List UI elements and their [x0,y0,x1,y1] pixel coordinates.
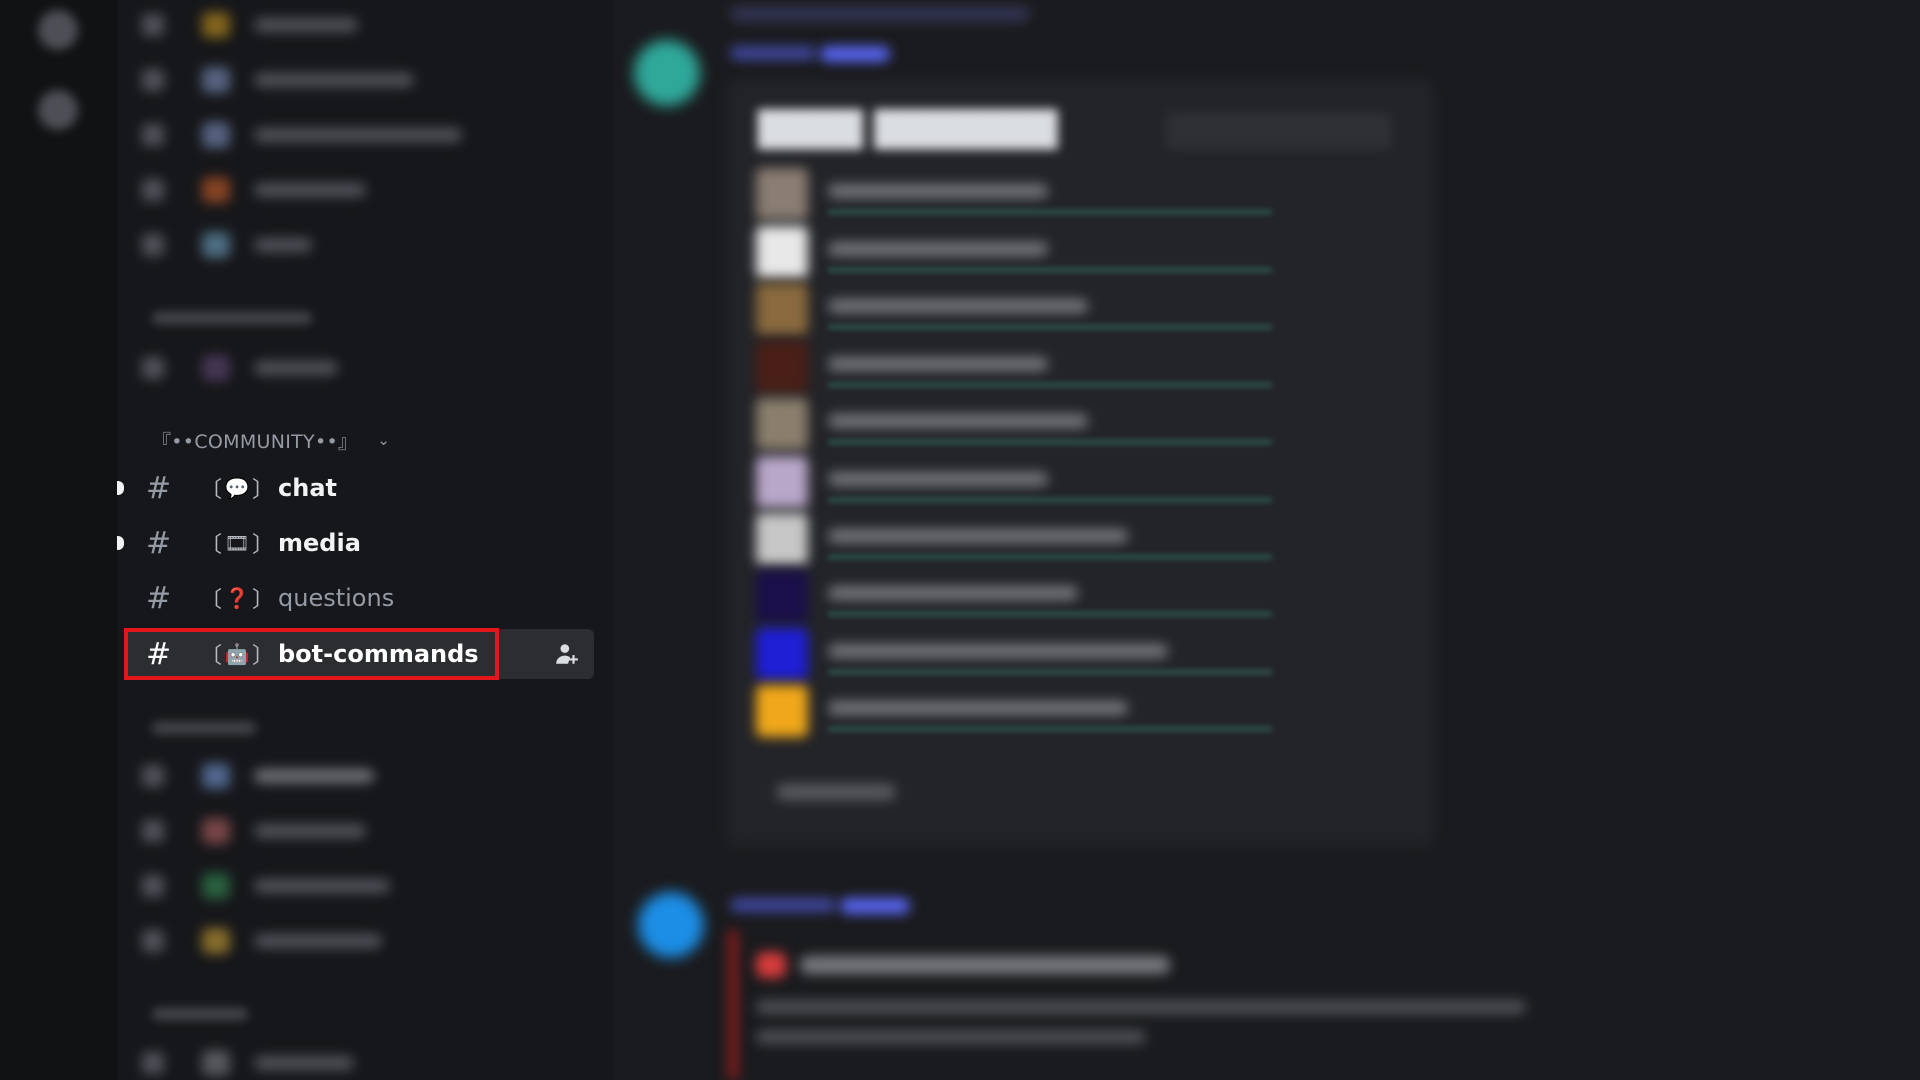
server-icon[interactable] [38,90,78,130]
blurred-channel[interactable] [142,12,358,38]
leaderboard-row [756,226,1272,280]
blurred-channel[interactable] [142,1050,354,1076]
channel-label: media [278,529,361,557]
leaderboard-row [756,628,1272,682]
leaderboard-row [756,341,1272,395]
question-mark-icon: ❓ [224,586,250,610]
avatar[interactable] [634,40,700,106]
avatar[interactable] [638,892,704,958]
blurred-embed-text [756,1030,1146,1044]
text-channel-icon: # [146,525,172,561]
blurred-channel[interactable] [142,818,366,844]
channel-questions[interactable]: # 〔 ❓ 〕 questions [124,573,594,623]
blurred-category[interactable] [152,1008,248,1020]
leaderboard-row [756,168,1272,222]
robot-icon: 🤖 [224,642,250,666]
leaderboard-row [756,685,1272,739]
blurred-channel[interactable] [142,232,312,258]
channel-emoji-group: 〔 💬 〕 [200,472,274,504]
channel-label: questions [278,584,395,612]
speech-bubble-icon: 💬 [224,476,250,500]
film-icon: 🎞 [224,531,250,555]
chevron-down-icon: ⌄ [377,431,391,449]
blurred-username[interactable] [730,898,836,912]
blurred-embed-text [756,1000,1526,1014]
blurred-embed-heading [800,956,1170,974]
blurred-category[interactable] [152,312,312,324]
blurred-channel[interactable] [142,122,462,148]
server-rail [0,0,118,1080]
bracket-close: 〕 [252,644,275,669]
category-label: 『••COMMUNITY••』 [152,430,358,453]
blurred-channel[interactable] [142,763,374,789]
channel-label: bot-commands [278,640,479,668]
category-community[interactable]: 『••COMMUNITY••』 ⌄ [152,428,391,453]
leaderboard-row [756,513,1272,567]
bracket-open: 〔 [200,533,223,558]
blurred-channel[interactable] [142,928,382,954]
blurred-channel[interactable] [142,355,338,381]
leaderboard-row [756,570,1272,624]
create-invite-icon[interactable] [554,641,580,667]
channel-chat[interactable]: # 〔 💬 〕 chat [117,463,594,513]
channel-label: chat [278,474,337,502]
blurred-channel[interactable] [142,873,390,899]
bracket-open: 〔 [200,478,223,503]
bracket-close: 〕 [252,478,275,503]
channel-emoji-group: 〔 🤖 〕 [200,638,274,670]
bracket-open: 〔 [200,644,223,669]
text-channel-icon: # [146,580,172,616]
blurred-dropdown[interactable] [776,784,896,800]
discord-window: 『••COMMUNITY••』 ⌄ # 〔 💬 〕 chat # 〔 🎞 〕 m… [0,0,1920,1080]
blurred-channel[interactable] [142,177,366,203]
blurred-embed-title: ████ ███████ [758,110,1058,150]
blurred-channel[interactable] [142,67,414,93]
channel-media[interactable]: # 〔 🎞 〕 media [117,518,594,568]
blurred-category[interactable] [152,722,256,734]
leaderboard-row [756,456,1272,510]
bracket-close: 〕 [252,533,275,558]
blurred-emoji [756,952,786,978]
channel-emoji-group: 〔 🎞 〕 [200,527,274,559]
channel-emoji-group: 〔 ❓ 〕 [200,582,274,614]
blurred-reply-preview [730,6,1030,22]
embed-accent-bar [728,930,738,1080]
app-badge [820,46,890,62]
bracket-close: 〕 [252,588,275,613]
bracket-open: 〔 [200,588,223,613]
app-badge [840,898,910,914]
view-leaderboard-button[interactable] [1166,112,1392,150]
leaderboard-row [756,398,1272,452]
blurred-username[interactable] [730,46,816,60]
server-icon[interactable] [38,10,78,50]
leaderboard-row [756,283,1272,337]
channel-bot-commands[interactable]: # 〔 🤖 〕 bot-commands [124,629,594,679]
text-channel-icon: # [146,470,172,506]
text-channel-icon: # [146,636,172,672]
